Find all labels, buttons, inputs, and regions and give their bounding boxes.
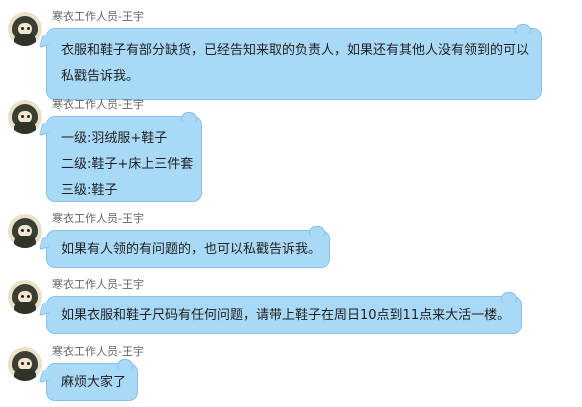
avatar[interactable] — [8, 214, 42, 248]
sender-name: 寒衣工作人员-王宇 — [52, 278, 144, 291]
avatar[interactable] — [8, 100, 42, 134]
sender-name: 寒衣工作人员-王宇 — [52, 10, 144, 23]
message-bubble[interactable]: 衣服和鞋子有部分缺货，已经告知来取的负责人，如果还有其他人没有领到的可以 私戳告… — [38, 24, 542, 100]
bubble-bump — [117, 359, 133, 370]
message-text-line: 三级:鞋子 — [61, 183, 118, 198]
sender-name: 寒衣工作人员-王宇 — [52, 98, 144, 111]
message-bubble[interactable]: 如果衣服和鞋子尺码有任何问题，请带上鞋子在周日10点到11点来大活一楼。 — [38, 292, 522, 334]
sender-name: 寒衣工作人员-王宇 — [52, 212, 144, 225]
message-bubble[interactable]: 一级:羽绒服+鞋子 二级:鞋子+床上三件套 三级:鞋子 — [38, 112, 202, 202]
message-bubble[interactable]: 麻烦大家了 — [38, 359, 138, 401]
message-text-line: 如果衣服和鞋子尺码有任何问题，请带上鞋子在周日10点到11点来大活一楼。 — [61, 308, 511, 323]
bubble-bump — [309, 226, 325, 237]
message-text-line: 一级:羽绒服+鞋子 — [61, 131, 168, 146]
bubble-bump — [515, 24, 531, 35]
avatar[interactable] — [8, 12, 42, 46]
message-text-line: 衣服和鞋子有部分缺货，已经告知来取的负责人，如果还有其他人没有领到的可以 — [61, 43, 530, 58]
sender-name: 寒衣工作人员-王宇 — [52, 345, 144, 358]
message-text-line: 如果有人领的有问题的，也可以私戳告诉我。 — [61, 242, 322, 257]
avatar[interactable] — [8, 280, 42, 314]
bubble-bump — [181, 112, 197, 123]
message-text-line: 私戳告诉我。 — [61, 69, 140, 84]
message-bubble[interactable]: 如果有人领的有问题的，也可以私戳告诉我。 — [38, 226, 330, 268]
message-text-line: 二级:鞋子+床上三件套 — [61, 157, 194, 172]
avatar[interactable] — [8, 347, 42, 381]
bubble-bump — [501, 292, 517, 303]
message-text-line: 麻烦大家了 — [61, 375, 127, 390]
